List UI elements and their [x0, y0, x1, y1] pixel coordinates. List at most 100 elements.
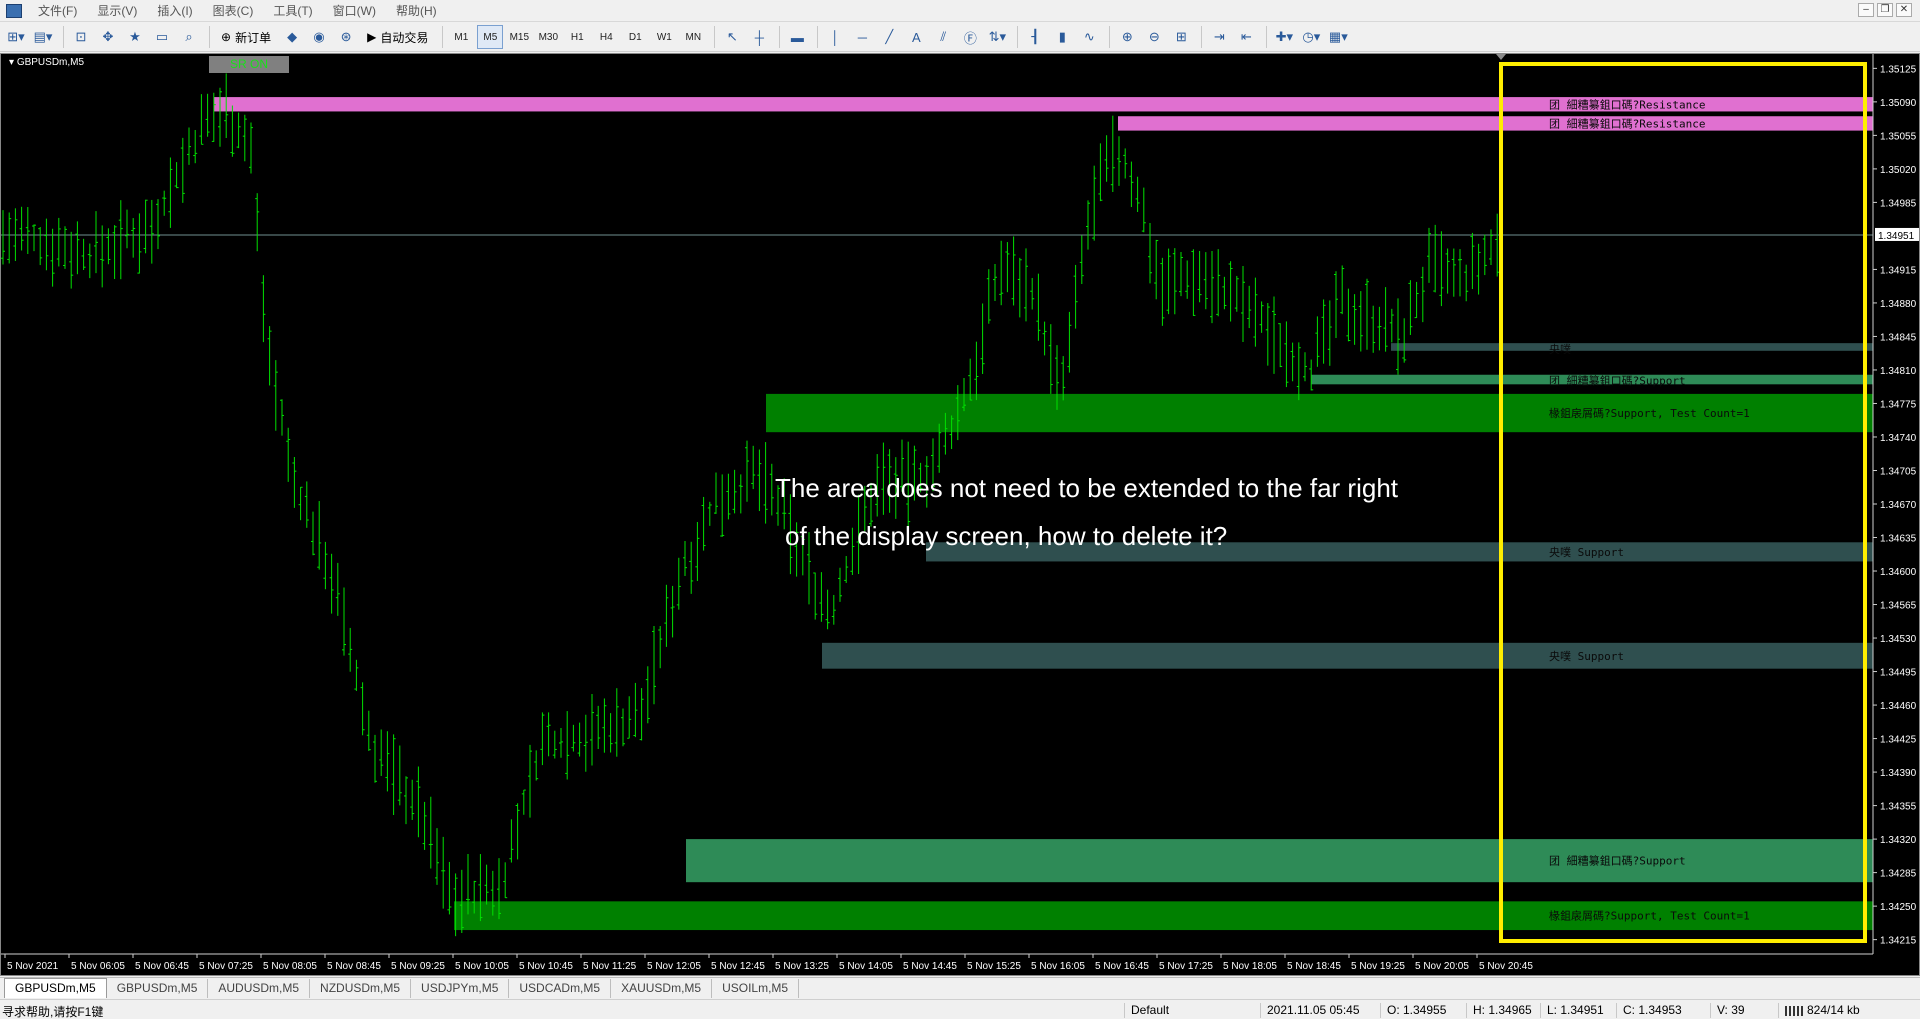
periods-icon[interactable]: ◷▾ [1299, 25, 1323, 49]
price-bar [174, 162, 179, 189]
chart-tab-1[interactable]: GBPUSDm,M5 [107, 979, 209, 998]
sr-zone-1[interactable] [1118, 116, 1873, 131]
price-bar [993, 263, 997, 302]
rectangle-icon[interactable]: ▬ [785, 25, 809, 49]
tile-windows-icon[interactable]: ⊞ [1169, 25, 1193, 49]
highlight-box [1499, 62, 1867, 943]
terminal-icon[interactable]: ▭ [150, 25, 174, 49]
zoom-in-icon[interactable]: ⊕ [1115, 25, 1139, 49]
fibonacci-icon[interactable]: Ⓕ [958, 25, 982, 49]
timeframe-h4[interactable]: H4 [593, 25, 619, 49]
time-tick-label-4: 5 Nov 08:05 [263, 961, 317, 972]
price-bar [125, 209, 129, 249]
timeframe-w1[interactable]: W1 [651, 25, 677, 49]
equidistant-channel-icon[interactable]: ⫽ [931, 25, 955, 49]
sr-zone-7[interactable] [686, 839, 1873, 883]
horizontal-line-icon[interactable]: ─ [850, 25, 874, 49]
line-chart-icon[interactable]: ∿ [1077, 25, 1101, 49]
price-bar [205, 93, 210, 137]
price-tick-label-21: 1.34355 [1880, 802, 1917, 813]
market-watch-icon[interactable]: ⊡ [69, 25, 93, 49]
price-bar [87, 243, 92, 279]
sr-zone-6[interactable] [822, 642, 1873, 669]
price-bar [311, 511, 315, 556]
data-window-icon[interactable]: ✥ [96, 25, 120, 49]
price-bar [757, 449, 762, 512]
price-bar [1203, 252, 1208, 310]
vertical-line-icon[interactable]: │ [823, 25, 847, 49]
chart-tab-6[interactable]: XAUUSDm,M5 [611, 979, 713, 998]
status-help-text: 寻求帮助,请按F1键 [2, 1005, 104, 1019]
candlestick-icon[interactable]: ▮ [1050, 25, 1074, 49]
toolbar-separator [714, 26, 716, 48]
timeframe-m5[interactable]: M5 [477, 25, 504, 49]
chart-tab-3[interactable]: NZDUSDm,M5 [310, 979, 412, 998]
zoom-out-icon[interactable]: ⊖ [1142, 25, 1166, 49]
price-bar [435, 828, 439, 885]
timeframe-mn[interactable]: MN [680, 25, 706, 49]
chart-tab-2[interactable]: AUDUSDm,M5 [208, 979, 311, 998]
menu-insert[interactable]: 插入(I) [147, 0, 202, 22]
autoscroll-icon[interactable]: ⇥ [1207, 25, 1231, 49]
menu-window[interactable]: 窗口(W) [323, 0, 386, 22]
timeframe-m15[interactable]: M15 [506, 25, 532, 49]
price-tick-label-14: 1.34600 [1880, 567, 1917, 578]
indicators-icon[interactable]: ✚▾ [1272, 25, 1296, 49]
price-bar [360, 682, 365, 736]
menu-help[interactable]: 帮助(H) [386, 0, 447, 22]
price-bar [131, 218, 136, 258]
sr-toggle-button[interactable]: SR ON [209, 56, 289, 73]
menu-charts[interactable]: 图表(C) [203, 0, 264, 22]
price-bar [844, 556, 849, 583]
menu-file[interactable]: 文件(F) [28, 0, 87, 22]
price-bar [695, 521, 700, 581]
timeframe-m1[interactable]: M1 [448, 25, 474, 49]
chart-shift-icon[interactable]: ⇤ [1234, 25, 1258, 49]
sr-zone-2[interactable] [1391, 343, 1873, 351]
new-chart-icon[interactable]: ⊞▾ [4, 25, 28, 49]
sr-zone-label-2: 央噗 [1549, 343, 1571, 356]
menu-tools[interactable]: 工具(T) [263, 0, 322, 22]
arrows-icon[interactable]: ⇅▾ [985, 25, 1009, 49]
bar-chart-icon[interactable]: ┨ [1023, 25, 1047, 49]
chart-window[interactable]: 团 細糟纂鉏口碼?Resistance 团 細糟纂鉏口碼?Resistance 央噗… [0, 53, 1920, 976]
price-bar [348, 627, 353, 672]
restore-button[interactable]: ❐ [1877, 3, 1893, 17]
signals-icon[interactable]: ◉ [307, 25, 331, 49]
templates-icon[interactable]: ▦▾ [1326, 25, 1350, 49]
profiles-icon[interactable]: ▤▾ [31, 25, 55, 49]
autotrading-button[interactable]: ▶ 自动交易 [361, 25, 434, 49]
crosshair-icon[interactable]: ┼ [747, 25, 771, 49]
chart-tab-4[interactable]: USDJPYm,M5 [411, 979, 510, 998]
price-bar [819, 572, 824, 622]
price-bar [1358, 291, 1363, 352]
timeframe-m30[interactable]: M30 [535, 25, 561, 49]
new-order-button[interactable]: ⊕ 新订单 [215, 25, 277, 49]
text-icon[interactable]: A [904, 25, 928, 49]
menu-view[interactable]: 显示(V) [87, 0, 147, 22]
price-bar [335, 562, 340, 616]
price-bar [1321, 299, 1326, 364]
minimize-button[interactable]: – [1858, 3, 1874, 17]
metaeditor-icon[interactable]: ◆ [280, 25, 304, 49]
price-bar [273, 360, 278, 431]
cursor-icon[interactable]: ↖ [720, 25, 744, 49]
trendline-icon[interactable]: ╱ [877, 25, 901, 49]
navigator-icon[interactable]: ★ [123, 25, 147, 49]
price-tick-label-0: 1.35125 [1880, 64, 1917, 75]
chart-tab-5[interactable]: USDCADm,M5 [509, 979, 612, 998]
price-tick-label-20: 1.34390 [1880, 768, 1917, 779]
close-button[interactable]: ✕ [1896, 3, 1912, 17]
time-tick-label-8: 5 Nov 10:45 [519, 961, 573, 972]
price-bar [404, 776, 408, 825]
price-bar [137, 213, 142, 274]
chart-tab-0[interactable]: GBPUSDm,M5 [4, 978, 107, 998]
timeframe-d1[interactable]: D1 [622, 25, 648, 49]
chart-shift-marker[interactable] [1496, 54, 1506, 60]
price-bar [1079, 235, 1084, 285]
timeframe-h1[interactable]: H1 [564, 25, 590, 49]
strategy-tester-icon[interactable]: ⌕ [177, 25, 201, 49]
chart-tab-7[interactable]: USOILm,M5 [712, 979, 800, 998]
price-bar [94, 211, 98, 274]
market-icon[interactable]: ⊛ [334, 25, 358, 49]
